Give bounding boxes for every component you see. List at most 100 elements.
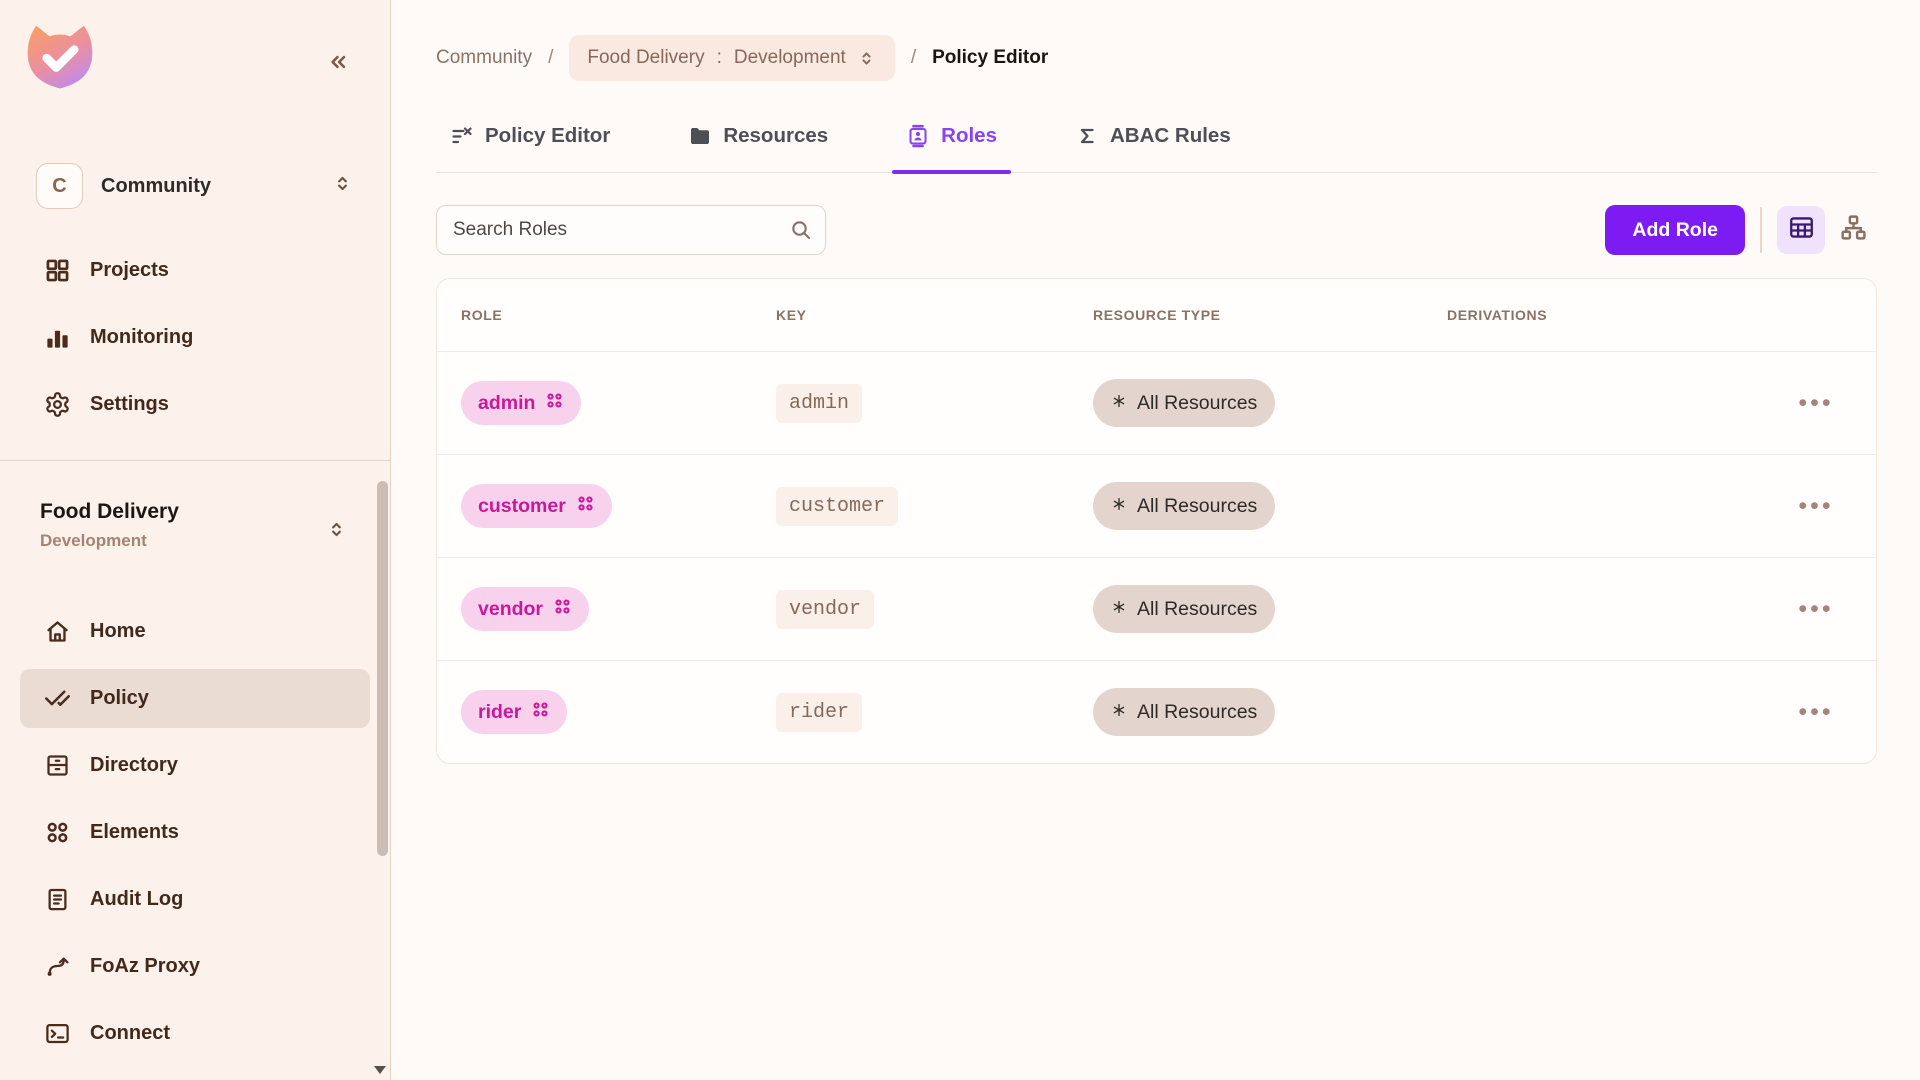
sigma-icon	[1075, 124, 1099, 148]
terminal-icon	[44, 1020, 71, 1047]
breadcrumb-root[interactable]: Community	[436, 47, 532, 69]
sidebar-item-monitoring[interactable]: Monitoring	[20, 308, 370, 367]
breadcrumb-project-pill[interactable]: Food Delivery : Development	[569, 35, 894, 81]
sidebar-item-label: Elements	[90, 821, 179, 844]
sidebar-item-connect[interactable]: Connect	[20, 1004, 370, 1063]
tab-roles[interactable]: Roles	[892, 118, 1011, 172]
main-content: Community / Food Delivery : Development …	[391, 0, 1920, 1080]
column-header-derivations: DERIVATIONS	[1447, 307, 1780, 323]
project-name: Food Delivery	[40, 500, 350, 524]
four-circles-icon	[531, 700, 550, 725]
table-row: vendor vendor All Resources •••	[437, 557, 1876, 660]
workspace-name: Community	[101, 175, 211, 198]
search-box	[436, 205, 826, 255]
resource-type-chip: All Resources	[1093, 482, 1275, 530]
table-view-toggle[interactable]	[1777, 206, 1825, 254]
scrollbar-down-arrow[interactable]	[374, 1066, 386, 1074]
toolbar-actions: Add Role	[1605, 205, 1877, 255]
tab-bar: Policy Editor Resources Roles	[436, 118, 1877, 173]
column-header-key: KEY	[776, 307, 1093, 323]
four-circles-icon	[545, 391, 564, 416]
resource-type-label: All Resources	[1137, 495, 1257, 518]
tab-abac-rules[interactable]: ABAC Rules	[1061, 118, 1245, 172]
sidebar-item-label: Audit Log	[90, 888, 183, 911]
role-name: rider	[478, 701, 521, 724]
sidebar-item-label: Settings	[90, 393, 169, 416]
role-name: customer	[478, 495, 566, 518]
sidebar-item-label: Monitoring	[90, 326, 193, 349]
sidebar-item-directory[interactable]: Directory	[20, 736, 370, 795]
role-badge[interactable]: customer	[461, 484, 612, 528]
role-key: rider	[776, 693, 862, 732]
row-menu-button[interactable]: •••	[1798, 494, 1833, 519]
resource-type-label: All Resources	[1137, 392, 1257, 415]
sidebar-scrollbar-thumb[interactable]	[377, 481, 388, 856]
id-badge-icon	[906, 124, 930, 148]
table-row: rider rider All Resources •••	[437, 660, 1876, 763]
resource-type-chip: All Resources	[1093, 585, 1275, 633]
table-header: ROLE KEY RESOURCE TYPE DERIVATIONS	[437, 279, 1876, 351]
graph-view-toggle[interactable]	[1829, 206, 1877, 254]
four-circles-icon	[576, 494, 595, 519]
double-check-icon	[44, 685, 71, 712]
sidebar-item-home[interactable]: Home	[20, 602, 370, 661]
document-icon	[44, 886, 71, 913]
project-switcher[interactable]: Food Delivery Development	[40, 500, 350, 551]
asterisk-icon	[1111, 495, 1127, 518]
tab-resources[interactable]: Resources	[674, 118, 842, 172]
sidebar-item-foaz-proxy[interactable]: FoAz Proxy	[20, 937, 370, 996]
resource-type-chip: All Resources	[1093, 379, 1275, 427]
sidebar-item-projects[interactable]: Projects	[20, 241, 370, 300]
breadcrumb: Community / Food Delivery : Development …	[436, 35, 1877, 81]
resource-type-label: All Resources	[1137, 598, 1257, 621]
role-badge[interactable]: vendor	[461, 587, 589, 631]
add-role-button[interactable]: Add Role	[1605, 205, 1745, 255]
sidebar-item-settings[interactable]: Settings	[20, 375, 370, 434]
four-circles-icon	[553, 597, 572, 622]
asterisk-icon	[1111, 701, 1127, 724]
role-key: vendor	[776, 590, 874, 629]
project-navigation: Home Policy Directory E	[0, 594, 390, 1071]
breadcrumb-project: Food Delivery	[587, 47, 704, 69]
chevron-up-down-icon[interactable]	[325, 518, 348, 546]
row-menu-button[interactable]: •••	[1798, 700, 1833, 725]
role-name: vendor	[478, 598, 543, 621]
role-badge[interactable]: rider	[461, 690, 567, 734]
row-menu-button[interactable]: •••	[1798, 597, 1833, 622]
four-circles-icon	[44, 819, 71, 846]
tab-label: Resources	[723, 124, 828, 148]
role-key: admin	[776, 384, 862, 423]
table-view-icon	[1787, 213, 1816, 247]
sidebar-divider	[0, 460, 390, 461]
workspace-switcher[interactable]: C Community	[0, 163, 390, 209]
sidebar-item-audit-log[interactable]: Audit Log	[20, 870, 370, 929]
tab-label: Roles	[941, 124, 997, 148]
sidebar-collapse-button[interactable]	[318, 44, 358, 84]
tab-label: Policy Editor	[485, 124, 610, 148]
toolbar-divider	[1760, 207, 1762, 253]
sidebar-item-label: Directory	[90, 754, 178, 777]
sidebar-item-policy[interactable]: Policy	[20, 669, 370, 728]
breadcrumb-project-separator: :	[717, 47, 722, 69]
gear-icon	[44, 391, 71, 418]
table-row: customer customer All Resources •••	[437, 454, 1876, 557]
role-badge[interactable]: admin	[461, 381, 581, 425]
chevron-up-down-icon	[331, 172, 354, 200]
sidebar-item-label: Projects	[90, 259, 169, 282]
search-input[interactable]	[436, 205, 826, 255]
tab-policy-editor[interactable]: Policy Editor	[436, 118, 624, 172]
folder-icon	[688, 124, 712, 148]
chevron-up-down-icon	[856, 48, 877, 69]
asterisk-icon	[1111, 598, 1127, 621]
role-key: customer	[776, 487, 898, 526]
sidebar-item-label: Connect	[90, 1022, 170, 1045]
column-header-resource-type: RESOURCE TYPE	[1093, 307, 1447, 323]
breadcrumb-current: Policy Editor	[932, 47, 1048, 69]
breadcrumb-environment: Development	[734, 47, 846, 69]
sidebar-item-elements[interactable]: Elements	[20, 803, 370, 862]
sidebar-item-label: Policy	[90, 687, 149, 710]
row-menu-button[interactable]: •••	[1798, 391, 1833, 416]
column-header-role: ROLE	[461, 307, 776, 323]
cabinet-icon	[44, 752, 71, 779]
chevrons-left-icon	[325, 49, 351, 80]
